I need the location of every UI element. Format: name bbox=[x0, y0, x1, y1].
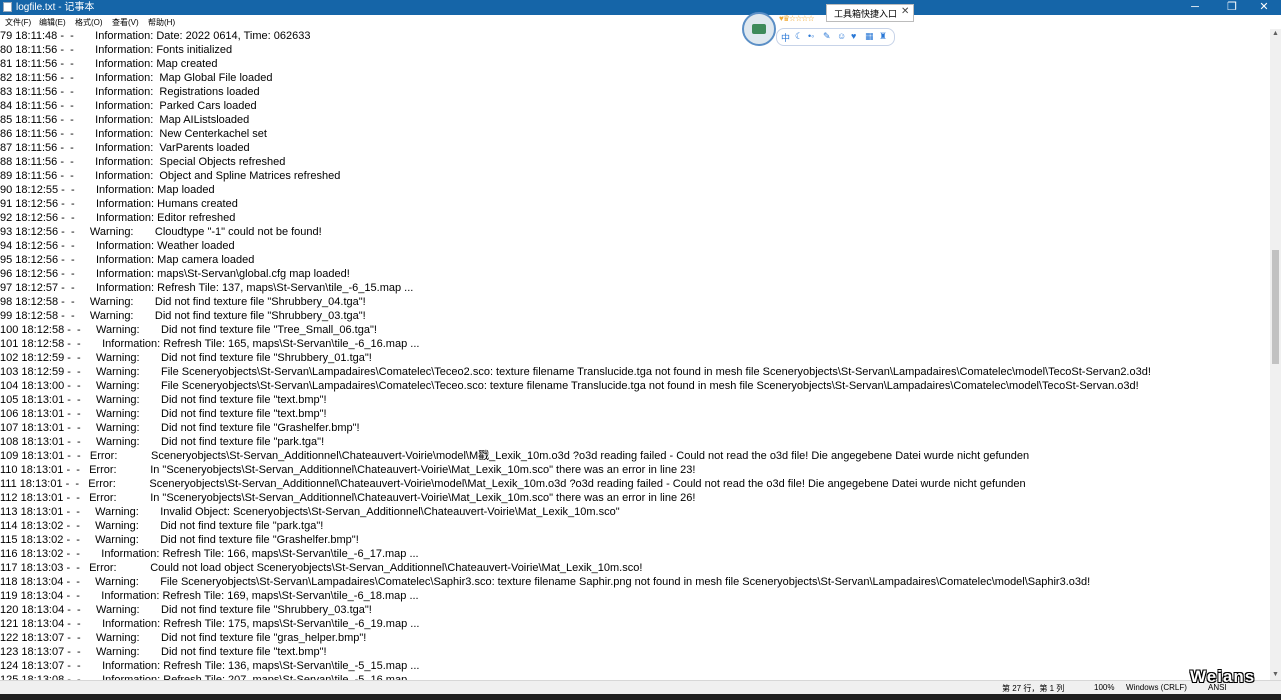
ime-skin-icon[interactable]: ♥ bbox=[851, 31, 856, 41]
ime-toolbar: 中 ☾ •◦ ✎ ☺ ♥ ▦ ♜ bbox=[776, 28, 895, 46]
ime-punct-icon[interactable]: •◦ bbox=[808, 31, 814, 41]
toolbox-tooltip: 工具箱快捷入口 ✕ bbox=[826, 4, 914, 22]
text-line: 118 18:13:04 - - Warning: File Sceneryob… bbox=[0, 576, 1091, 588]
ime-level-stars: ♥♛☆☆☆☆ bbox=[779, 14, 815, 23]
text-line: 125 18:13:08 - - Information: Refresh Ti… bbox=[0, 674, 420, 680]
tooltip-text: 工具箱快捷入口 bbox=[834, 9, 898, 19]
text-line: 116 18:13:02 - - Information: Refresh Ti… bbox=[0, 548, 419, 560]
text-line: 122 18:13:07 - - Warning: Did not find t… bbox=[0, 632, 367, 644]
text-line: 111 18:13:01 - - Error: Sceneryobjects\S… bbox=[0, 478, 1026, 490]
scroll-up-icon[interactable]: ▲ bbox=[1270, 29, 1281, 39]
text-line: 85 18:11:56 - - Information: Map AILists… bbox=[0, 114, 250, 126]
menu-format[interactable]: 格式(O) bbox=[75, 17, 103, 28]
text-line: 108 18:13:01 - - Warning: Did not find t… bbox=[0, 436, 325, 448]
scrollbar-thumb[interactable] bbox=[1272, 250, 1279, 364]
text-line: 106 18:13:01 - - Warning: Did not find t… bbox=[0, 408, 327, 420]
text-line: 98 18:12:58 - - Warning: Did not find te… bbox=[0, 296, 366, 308]
text-line: 94 18:12:56 - - Information: Weather loa… bbox=[0, 240, 235, 252]
title-bar: logfile.txt - 记事本 ─ ❐ ✕ bbox=[0, 0, 1281, 15]
notepad-icon bbox=[3, 2, 12, 12]
text-editor[interactable]: 79 18:11:48 - - Information: Date: 2022 … bbox=[0, 29, 1270, 680]
minimize-button[interactable]: ─ bbox=[1178, 0, 1212, 15]
text-line: 88 18:11:56 - - Information: Special Obj… bbox=[0, 156, 286, 168]
text-line: 109 18:13:01 - - Error: Sceneryobjects\S… bbox=[0, 450, 1030, 462]
line-ending: Windows (CRLF) bbox=[1126, 683, 1187, 692]
text-line: 82 18:11:56 - - Information: Map Global … bbox=[0, 72, 273, 84]
text-line: 83 18:11:56 - - Information: Registratio… bbox=[0, 86, 260, 98]
ime-chinese-mode[interactable]: 中 bbox=[781, 31, 790, 44]
text-line: 113 18:13:01 - - Warning: Invalid Object… bbox=[0, 506, 620, 518]
menu-file[interactable]: 文件(F) bbox=[5, 17, 31, 28]
text-line: 121 18:13:04 - - Information: Refresh Ti… bbox=[0, 618, 420, 630]
ime-lock-icon[interactable]: ♜ bbox=[879, 31, 887, 42]
text-line: 110 18:13:01 - - Error: In "Sceneryobjec… bbox=[0, 464, 696, 476]
close-button[interactable]: ✕ bbox=[1247, 0, 1281, 15]
maximize-button[interactable]: ❐ bbox=[1215, 0, 1249, 15]
text-line: 89 18:11:56 - - Information: Object and … bbox=[0, 170, 341, 182]
text-line: 101 18:12:58 - - Information: Refresh Ti… bbox=[0, 338, 420, 350]
text-line: 114 18:13:02 - - Warning: Did not find t… bbox=[0, 520, 324, 532]
text-line: 86 18:11:56 - - Information: New Centerk… bbox=[0, 128, 267, 140]
menu-view[interactable]: 查看(V) bbox=[112, 17, 139, 28]
text-line: 117 18:13:03 - - Error: Could not load o… bbox=[0, 562, 643, 574]
text-line: 105 18:13:01 - - Warning: Did not find t… bbox=[0, 394, 327, 406]
ime-moon-icon[interactable]: ☾ bbox=[795, 31, 803, 42]
ime-emoji-icon[interactable]: ☺ bbox=[837, 31, 846, 41]
watermark-logo: Weians bbox=[1190, 667, 1256, 686]
close-icon[interactable]: ✕ bbox=[901, 6, 909, 17]
text-line: 103 18:12:59 - - Warning: File Sceneryob… bbox=[0, 366, 1151, 378]
cursor-position: 第 27 行，第 1 列 bbox=[1002, 684, 1065, 693]
ime-grid-icon[interactable]: ▦ bbox=[865, 31, 874, 42]
text-line: 84 18:11:56 - - Information: Parked Cars… bbox=[0, 100, 257, 112]
text-line: 90 18:12:55 - - Information: Map loaded bbox=[0, 184, 215, 196]
text-line: 124 18:13:07 - - Information: Refresh Ti… bbox=[0, 660, 420, 672]
ime-avatar-icon[interactable] bbox=[742, 12, 776, 46]
text-line: 91 18:12:56 - - Information: Humans crea… bbox=[0, 198, 238, 210]
scroll-down-icon[interactable]: ▼ bbox=[1270, 670, 1281, 680]
text-line: 96 18:12:56 - - Information: maps\St-Ser… bbox=[0, 268, 350, 280]
text-line: 100 18:12:58 - - Warning: Did not find t… bbox=[0, 324, 377, 336]
text-line: 112 18:13:01 - - Error: In "Sceneryobjec… bbox=[0, 492, 696, 504]
taskbar bbox=[0, 694, 1281, 700]
menu-help[interactable]: 帮助(H) bbox=[148, 17, 175, 28]
text-line: 102 18:12:59 - - Warning: Did not find t… bbox=[0, 352, 372, 364]
menu-edit[interactable]: 编辑(E) bbox=[39, 17, 66, 28]
text-line: 92 18:12:56 - - Information: Editor refr… bbox=[0, 212, 236, 224]
text-line: 93 18:12:56 - - Warning: Cloudtype "-1" … bbox=[0, 226, 322, 238]
text-line: 81 18:11:56 - - Information: Map created bbox=[0, 58, 218, 70]
text-line: 80 18:11:56 - - Information: Fonts initi… bbox=[0, 44, 233, 56]
text-line: 123 18:13:07 - - Warning: Did not find t… bbox=[0, 646, 327, 658]
text-line: 120 18:13:04 - - Warning: Did not find t… bbox=[0, 604, 372, 616]
vertical-scrollbar[interactable]: ▲ ▼ bbox=[1270, 29, 1281, 680]
text-line: 119 18:13:04 - - Information: Refresh Ti… bbox=[0, 590, 419, 602]
window-title: logfile.txt - 记事本 bbox=[16, 2, 95, 13]
text-line: 99 18:12:58 - - Warning: Did not find te… bbox=[0, 310, 366, 322]
text-line: 87 18:11:56 - - Information: VarParents … bbox=[0, 142, 250, 154]
text-line: 107 18:13:01 - - Warning: Did not find t… bbox=[0, 422, 360, 434]
text-line: 95 18:12:56 - - Information: Map camera … bbox=[0, 254, 255, 266]
text-line: 115 18:13:02 - - Warning: Did not find t… bbox=[0, 534, 359, 546]
zoom-level: 100% bbox=[1094, 683, 1115, 692]
text-line: 104 18:13:00 - - Warning: File Sceneryob… bbox=[0, 380, 1139, 392]
menu-bar: 文件(F) 编辑(E) 格式(O) 查看(V) 帮助(H) bbox=[0, 15, 1281, 29]
text-line: 79 18:11:48 - - Information: Date: 2022 … bbox=[0, 30, 311, 42]
text-line: 97 18:12:57 - - Information: Refresh Til… bbox=[0, 282, 414, 294]
status-bar: 第 27 行，第 1 列 100% Windows (CRLF) ANSI bbox=[0, 680, 1281, 695]
ime-tool-icon[interactable]: ✎ bbox=[823, 31, 831, 42]
